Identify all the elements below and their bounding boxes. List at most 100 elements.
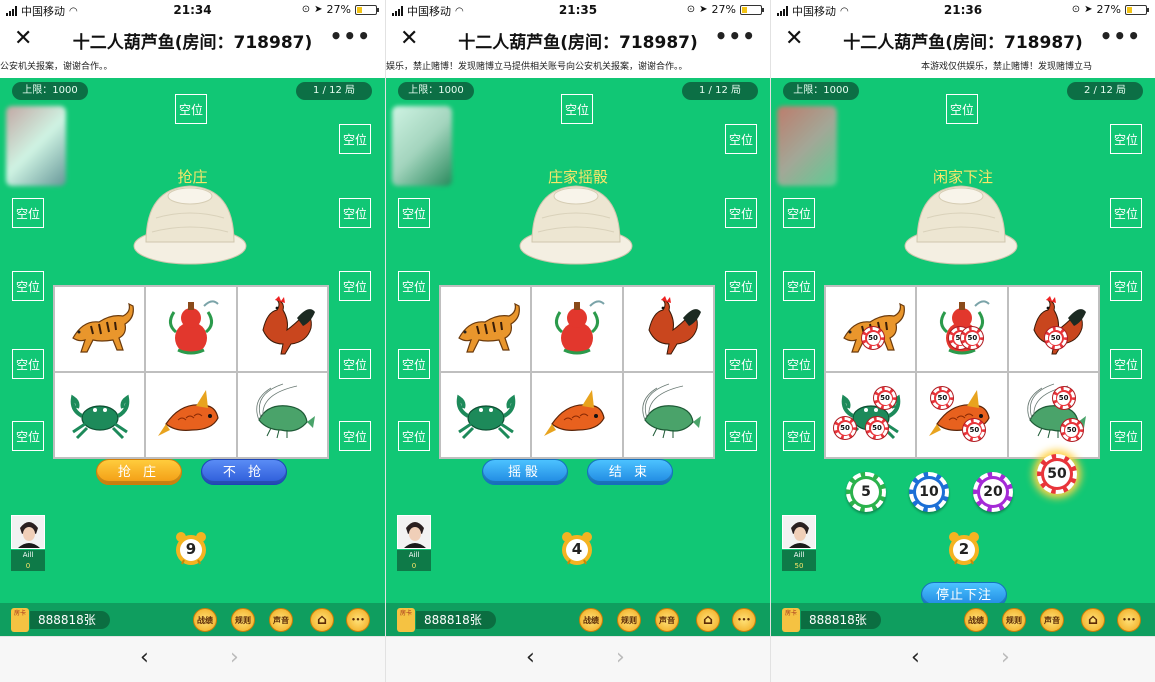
player-seat[interactable]: Aill 0 (11, 515, 47, 573)
empty-seat[interactable]: 空位 (339, 271, 371, 301)
primary-action-button[interactable]: 抢 庄 (96, 459, 182, 485)
empty-seat[interactable]: 空位 (339, 421, 371, 451)
bet-chip-5[interactable]: 5 (846, 472, 886, 512)
empty-seat[interactable]: 空位 (725, 124, 757, 154)
placed-chip-value: 50 (866, 331, 880, 345)
chat-icon[interactable]: ••• (346, 608, 370, 632)
bet-limit: 上限：1000 (398, 82, 474, 100)
empty-seat[interactable]: 空位 (12, 198, 44, 228)
empty-seat[interactable]: 空位 (1110, 421, 1142, 451)
empty-seat[interactable]: 空位 (725, 421, 757, 451)
board-cell[interactable] (532, 373, 622, 457)
page-title: 十二人葫芦鱼(房间：718987) (843, 33, 1083, 53)
secondary-action-button[interactable]: 不 抢 (201, 459, 287, 485)
more-options-icon[interactable]: ••• (715, 24, 756, 48)
empty-seat[interactable]: 空位 (398, 271, 430, 301)
more-options-icon[interactable]: ••• (1100, 24, 1141, 48)
board-cell[interactable]: 50 (826, 287, 916, 371)
player-seat[interactable]: Aill 0 (397, 515, 433, 573)
empty-seat[interactable]: 空位 (339, 124, 371, 154)
empty-seat[interactable]: 空位 (12, 271, 44, 301)
toolbar-button[interactable]: 声音 (1040, 608, 1064, 632)
placed-chip: 50 (1052, 387, 1075, 409)
board-cell[interactable] (623, 373, 713, 457)
empty-seat[interactable]: 空位 (783, 349, 815, 379)
board-cell[interactable] (441, 373, 531, 457)
card-balance: 888818张 (801, 611, 881, 629)
empty-seat[interactable]: 空位 (783, 271, 815, 301)
empty-seat[interactable]: 空位 (783, 421, 815, 451)
empty-seat[interactable]: 空位 (725, 349, 757, 379)
back-icon[interactable]: ‹ (526, 645, 535, 670)
chat-icon[interactable]: ••• (732, 608, 756, 632)
home-icon[interactable]: ⌂ (310, 608, 334, 632)
toolbar-button[interactable]: 战绩 (964, 608, 988, 632)
toolbar-button[interactable]: 声音 (655, 608, 679, 632)
board-cell[interactable] (55, 287, 145, 371)
empty-seat[interactable]: 空位 (946, 94, 978, 124)
board-cell[interactable] (55, 373, 145, 457)
empty-seat[interactable]: 空位 (398, 421, 430, 451)
location-icon: ➤ (699, 4, 708, 15)
toolbar-button[interactable]: 战绩 (579, 608, 603, 632)
forward-icon[interactable]: › (1001, 645, 1010, 670)
empty-seat[interactable]: 空位 (12, 349, 44, 379)
forward-icon[interactable]: › (616, 645, 625, 670)
board-cell[interactable]: 50 50 50 (826, 373, 916, 457)
placed-chip-value: 50 (838, 421, 852, 435)
placed-chip-value: 50 (1065, 423, 1079, 437)
shrimp-icon (633, 380, 703, 450)
empty-seat[interactable]: 空位 (12, 421, 44, 451)
back-icon[interactable]: ‹ (911, 645, 920, 670)
board-cell[interactable] (441, 287, 531, 371)
empty-seat[interactable]: 空位 (1110, 349, 1142, 379)
home-icon[interactable]: ⌂ (696, 608, 720, 632)
board-cell[interactable]: 50 50 (917, 287, 1007, 371)
bet-chip-10[interactable]: 10 (909, 472, 949, 512)
secondary-action-button[interactable]: 结 束 (587, 459, 673, 485)
back-icon[interactable]: ‹ (140, 645, 149, 670)
toolbar-button[interactable]: 战绩 (193, 608, 217, 632)
empty-seat[interactable]: 空位 (398, 349, 430, 379)
empty-seat[interactable]: 空位 (1110, 124, 1142, 154)
bet-limit: 上限：1000 (12, 82, 88, 100)
forward-icon[interactable]: › (230, 645, 239, 670)
dice-bowl-icon (132, 178, 248, 266)
empty-seat[interactable]: 空位 (1110, 271, 1142, 301)
toolbar-button[interactable]: 规则 (1002, 608, 1026, 632)
board-cell[interactable] (237, 287, 327, 371)
toolbar-button[interactable]: 声音 (269, 608, 293, 632)
bet-chip-20[interactable]: 20 (973, 472, 1013, 512)
empty-seat[interactable]: 空位 (783, 198, 815, 228)
board-cell[interactable]: 50 (1008, 287, 1098, 371)
more-options-icon[interactable]: ••• (330, 24, 371, 48)
empty-seat[interactable]: 空位 (1110, 198, 1142, 228)
placed-chip-value: 50 (878, 391, 892, 405)
empty-seat[interactable]: 空位 (339, 349, 371, 379)
board-cell[interactable] (532, 287, 622, 371)
dice-bowl-icon (903, 178, 1019, 266)
empty-seat[interactable]: 空位 (339, 198, 371, 228)
board-cell[interactable]: 50 50 (917, 373, 1007, 457)
gourd-icon (542, 294, 612, 364)
empty-seat[interactable]: 空位 (398, 198, 430, 228)
chat-icon[interactable]: ••• (1117, 608, 1141, 632)
empty-seat[interactable]: 空位 (561, 94, 593, 124)
toolbar-button[interactable]: 规则 (231, 608, 255, 632)
player-seat[interactable]: Aill 50 (782, 515, 818, 573)
home-icon[interactable]: ⌂ (1081, 608, 1105, 632)
empty-seat[interactable]: 空位 (175, 94, 207, 124)
board-cell[interactable] (623, 287, 713, 371)
board-cell[interactable] (146, 287, 236, 371)
toolbar-button[interactable]: 规则 (617, 608, 641, 632)
board-cell[interactable] (146, 373, 236, 457)
board-cell[interactable]: 50 50 (1008, 373, 1098, 457)
board-cell[interactable] (237, 373, 327, 457)
primary-action-button[interactable]: 摇骰 (482, 459, 568, 485)
empty-seat[interactable]: 空位 (725, 271, 757, 301)
location-icon: ➤ (314, 4, 323, 15)
empty-seat[interactable]: 空位 (725, 198, 757, 228)
bet-chip-50[interactable]: 50 (1037, 454, 1077, 494)
notice-marquee: 娱乐，禁止赌博！发现赌博立马提供相关账号向公安机关报案，谢谢合作。。 (386, 60, 770, 78)
notice-text: 公安机关报案，谢谢合作。。 (0, 62, 113, 72)
